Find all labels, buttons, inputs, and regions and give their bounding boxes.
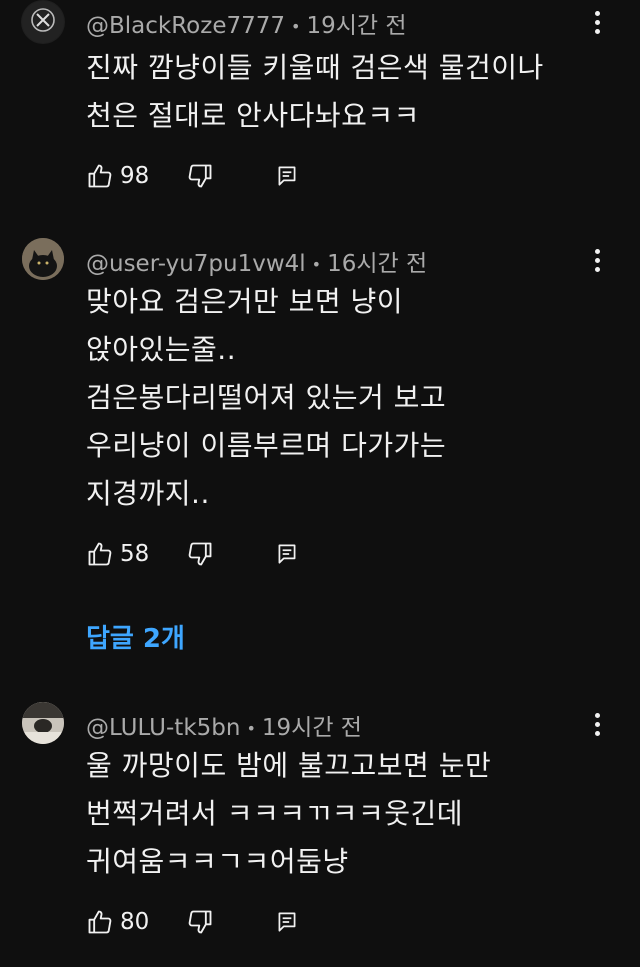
avatar-cat-photo — [22, 238, 64, 280]
reply-button[interactable] — [274, 904, 300, 940]
like-button[interactable]: 98 — [86, 158, 149, 194]
author-handle[interactable]: @LULU-tk5bn — [86, 715, 240, 741]
comment-meta: @LULU-tk5bn • 19시간 전 — [86, 708, 362, 742]
comment-meta: @BlackRoze7777 • 19시간 전 — [86, 6, 407, 40]
comment-time: 19시간 전 — [261, 715, 362, 741]
like-count: 98 — [120, 163, 150, 189]
avatar-x-logo — [22, 1, 64, 43]
comment-text: 울 까망이도 밤에 불끄고보면 눈만 번쩍거려서 ㅋㅋㅋㄲㅋㅋ웃긴데 귀여움ㅋㅋ… — [86, 749, 492, 878]
comment-text: 진짜 깜냥이들 키울때 검은색 물건이나 천은 절대로 안사다놔요ㅋㅋ — [86, 51, 544, 132]
avatar-photo — [22, 702, 64, 744]
like-count: 58 — [120, 541, 150, 567]
view-replies-link[interactable]: 답글 2개 — [86, 618, 185, 655]
author-handle[interactable]: @user-yu7pu1vw4l — [86, 251, 306, 277]
like-icon — [88, 542, 112, 566]
comment-time: 19시간 전 — [306, 13, 407, 39]
reply-icon — [278, 544, 296, 564]
like-button[interactable]: 58 — [86, 536, 149, 572]
dislike-button[interactable] — [186, 904, 214, 940]
dislike-icon — [188, 164, 212, 188]
more-vert-icon[interactable] — [582, 2, 612, 42]
dislike-icon — [188, 542, 212, 566]
comment-time: 16시간 전 — [327, 251, 428, 277]
avatar[interactable] — [21, 0, 65, 44]
like-count: 80 — [120, 909, 150, 935]
like-icon — [88, 164, 112, 188]
dislike-button[interactable] — [186, 158, 214, 194]
dislike-button[interactable] — [186, 536, 214, 572]
reply-button[interactable] — [274, 536, 300, 572]
reply-icon — [278, 166, 296, 186]
like-button[interactable]: 80 — [86, 904, 149, 940]
meta-separator: • — [291, 17, 301, 36]
like-icon — [88, 910, 112, 934]
meta-separator: • — [311, 255, 322, 274]
comment-text: 맞아요 검은거만 보면 냥이 앉아있는줄.. 검은봉다리떨어져 있는거 보고 우… — [86, 285, 447, 510]
comment-meta: @user-yu7pu1vw4l • 16시간 전 — [86, 244, 427, 278]
reply-icon — [278, 912, 296, 932]
reply-button[interactable] — [274, 158, 300, 194]
author-handle[interactable]: @BlackRoze7777 — [86, 13, 285, 39]
more-vert-icon[interactable] — [582, 704, 612, 744]
more-vert-icon[interactable] — [582, 240, 612, 280]
avatar[interactable] — [22, 238, 64, 280]
dislike-icon — [188, 910, 212, 934]
avatar[interactable] — [22, 702, 64, 744]
meta-separator: • — [246, 719, 256, 738]
